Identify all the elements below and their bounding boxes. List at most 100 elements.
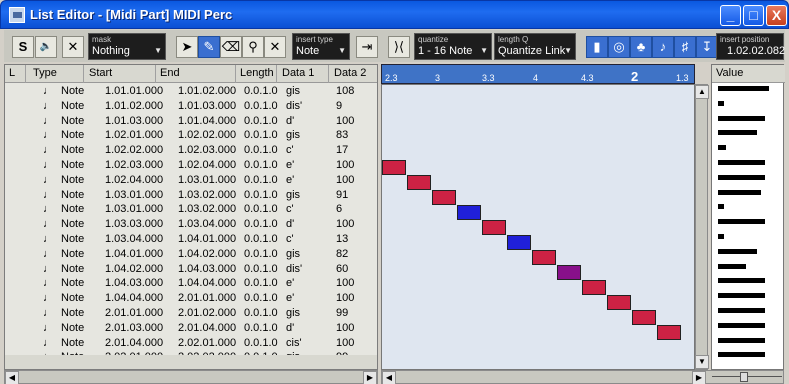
zoom-tool-icon[interactable]: ⚲ (242, 36, 264, 58)
close-button[interactable]: X (766, 5, 787, 26)
note-event[interactable] (382, 160, 406, 175)
col-end[interactable]: End (160, 67, 180, 79)
table-row[interactable]: ♩ Note 1.03.01.000 1.03.02.000 0.0.1.0 gis 91 (5, 188, 377, 203)
table-row[interactable]: ♩ Note 1.03.01.000 1.03.02.000 0.0.1.0 c' 6 (5, 202, 377, 217)
table-row[interactable]: ♩ Note 2.01.01.000 2.01.02.000 0.0.1.0 gis 99 (5, 306, 377, 321)
mask-select[interactable]: mask Nothing ▼ (88, 33, 166, 60)
value-bar[interactable] (718, 263, 746, 269)
table-row[interactable]: ♩ Note 1.03.03.000 1.03.04.000 0.0.1.0 d' 100 (5, 217, 377, 232)
value-bar[interactable] (718, 160, 765, 165)
scroll-up-icon[interactable]: ▲ (695, 85, 709, 99)
circle-icon[interactable]: ◎ (608, 36, 630, 58)
eraser-tool-icon[interactable]: ⌫ (220, 36, 242, 58)
pencil-tool-icon[interactable]: ✎ (198, 36, 220, 58)
value-bar[interactable] (718, 174, 765, 180)
scroll-right-icon-2[interactable]: ▶ (692, 371, 706, 384)
table-row[interactable]: ♩ Note 1.02.02.000 1.02.03.000 0.0.1.0 c' 17 (5, 143, 377, 158)
chart-icon[interactable]: ▮ (586, 36, 608, 58)
app-icon[interactable] (9, 7, 25, 23)
quantize-icon[interactable]: ⟩⟨ (388, 36, 410, 58)
note-event[interactable] (557, 265, 581, 280)
snap-icon[interactable]: ⇥ (356, 36, 378, 58)
listen-button[interactable]: 🔈 (35, 36, 57, 58)
value-bar[interactable] (718, 248, 757, 254)
note-icon: ♩ (43, 144, 54, 157)
table-row[interactable]: ♩ Note 1.04.01.000 1.04.02.000 0.0.1.0 gis 82 (5, 247, 377, 262)
pitch-down-icon[interactable]: ↧ (696, 36, 718, 58)
col-type[interactable]: Type (33, 67, 57, 79)
value-bar[interactable] (718, 308, 765, 313)
note-event[interactable] (407, 175, 431, 190)
note-icon: ♩ (43, 277, 54, 290)
value-bar[interactable] (718, 293, 765, 299)
step-input-icon[interactable]: ♣ (630, 36, 652, 58)
event-hscrollbar[interactable]: ◀ ▶ (381, 370, 784, 384)
maximize-button[interactable]: □ (743, 5, 764, 26)
insert-position-display[interactable]: insert position 1.02.02.082 (716, 33, 785, 60)
table-row[interactable]: ♩ Note 1.03.04.000 1.04.01.000 0.0.1.0 c' 13 (5, 232, 377, 247)
value-bar[interactable] (718, 86, 769, 91)
table-row[interactable]: ♩ Note 2.01.04.000 2.02.01.000 0.0.1.0 cis' 10… (5, 336, 377, 351)
col-data1[interactable]: Data 1 (282, 67, 314, 79)
value-bar[interactable] (718, 352, 765, 358)
value-bar[interactable] (718, 115, 765, 121)
quantize-select[interactable]: quantize 1 - 16 Note ▼ (414, 33, 492, 60)
note-icon: ♩ (43, 203, 54, 216)
note-icon: ♩ (43, 85, 54, 97)
scroll-left-icon-2[interactable]: ◀ (382, 371, 396, 384)
value-bar[interactable] (718, 204, 724, 210)
note-event[interactable] (507, 235, 531, 250)
value-bar[interactable] (718, 337, 765, 343)
value-bar[interactable] (718, 234, 724, 239)
table-row[interactable]: ♩ Note 1.04.03.000 1.04.04.000 0.0.1.0 e' 100 (5, 276, 377, 291)
table-row[interactable]: ♩ Note 1.01.03.000 1.01.04.000 0.0.1.0 d' 100 (5, 114, 377, 129)
value-bar[interactable] (718, 322, 765, 328)
note-icon[interactable]: ♪ (652, 36, 674, 58)
table-row[interactable]: ♩ Note 1.02.04.000 1.03.01.000 0.0.1.0 e' 100 (5, 173, 377, 188)
scroll-left-icon[interactable]: ◀ (5, 371, 19, 384)
table-row[interactable]: ♩ Note 1.01.02.000 1.01.03.000 0.0.1.0 dis' 9 (5, 99, 377, 114)
table-row[interactable]: ♩ Note 1.02.03.000 1.02.04.000 0.0.1.0 e' 100 (5, 158, 377, 173)
note-event[interactable] (657, 325, 681, 340)
table-row[interactable]: ♩ Note 1.04.04.000 2.01.01.000 0.0.1.0 e' 100 (5, 291, 377, 306)
scroll-down-icon[interactable]: ▼ (695, 355, 709, 369)
window-title: List Editor - [Midi Part] MIDI Perc (30, 7, 233, 22)
length-q-select[interactable]: length Q Quantize Link ▼ (494, 33, 576, 60)
ruler[interactable]: 2.3 3 3.3 4 4.3 2 1.3 (381, 64, 695, 84)
note-event[interactable] (607, 295, 631, 310)
value-bar[interactable] (718, 219, 765, 225)
col-length[interactable]: Length (240, 67, 274, 79)
note-event[interactable] (457, 205, 481, 220)
zoom-slider[interactable] (740, 372, 748, 382)
note-event[interactable] (482, 220, 506, 235)
table-row[interactable]: ♩ Note 1.04.02.000 1.04.03.000 0.0.1.0 dis' 60 (5, 262, 377, 277)
value-bar[interactable] (718, 100, 724, 106)
pitch-up-icon[interactable]: ♯ (674, 36, 696, 58)
scroll-right-icon[interactable]: ▶ (363, 371, 377, 384)
note-event[interactable] (532, 250, 556, 265)
value-bar[interactable] (718, 189, 761, 195)
minimize-button[interactable]: _ (720, 5, 741, 26)
col-l[interactable]: L (9, 67, 15, 79)
value-bar[interactable] (718, 130, 757, 136)
table-row[interactable]: ♩ Note 2.01.03.000 2.01.04.000 0.0.1.0 d' 100 (5, 321, 377, 336)
col-data2[interactable]: Data 2 (334, 67, 366, 79)
note-event[interactable] (632, 310, 656, 325)
note-icon: ♩ (43, 233, 54, 245)
solo-button[interactable]: S (12, 36, 34, 58)
col-start[interactable]: Start (89, 67, 112, 79)
delete-tool-icon[interactable]: ✕ (264, 36, 286, 58)
note-event[interactable] (432, 190, 456, 205)
value-bar[interactable] (718, 278, 765, 284)
event-vscrollbar[interactable]: ▲ ▼ (695, 84, 709, 370)
table-row[interactable]: ♩ Note 1.01.01.000 1.01.02.000 0.0.1.0 gis 108 (5, 84, 377, 99)
arrow-tool-icon[interactable]: ➤ (176, 36, 198, 58)
list-hscrollbar[interactable]: ◀ ▶ (4, 370, 378, 384)
note-event[interactable] (582, 280, 606, 295)
value-bar[interactable] (718, 145, 726, 151)
table-row[interactable]: ♩ Note 1.02.01.000 1.02.02.000 0.0.1.0 gis 83 (5, 128, 377, 143)
insert-type-select[interactable]: insert type Note ▼ (292, 33, 350, 60)
note-icon: ♩ (43, 218, 54, 231)
event-display[interactable] (381, 84, 695, 370)
insert-velocity-button[interactable]: ✕ (62, 36, 84, 58)
